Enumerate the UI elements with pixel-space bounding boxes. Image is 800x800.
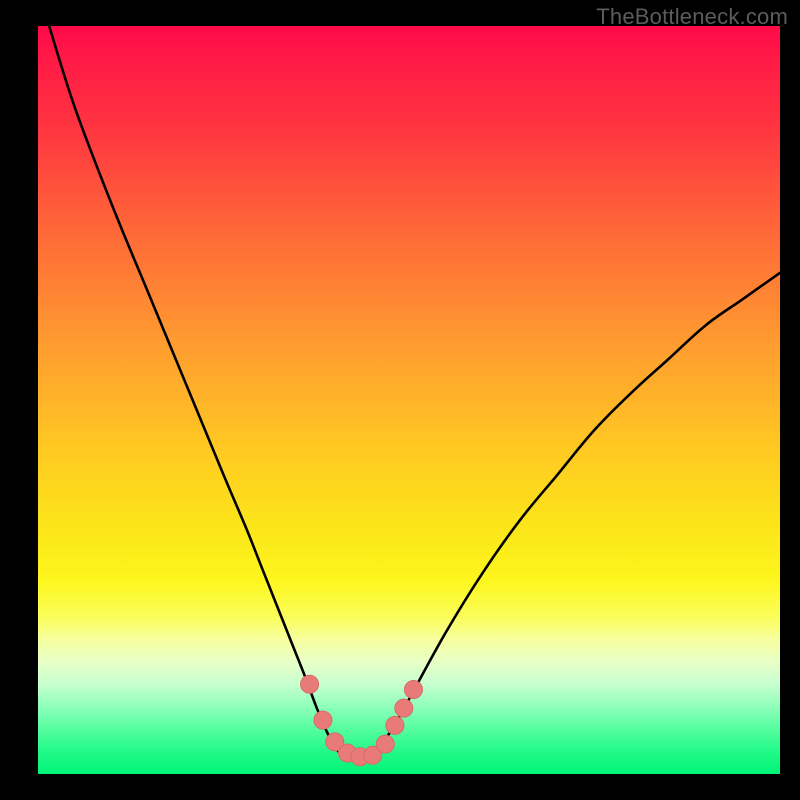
chart-frame: TheBottleneck.com: [0, 0, 800, 800]
valley-marker: [376, 735, 394, 753]
chart-overlay-svg: [38, 26, 780, 774]
bottleneck-curve: [49, 26, 780, 760]
watermark-text: TheBottleneck.com: [596, 4, 788, 30]
valley-marker: [314, 711, 332, 729]
valley-markers: [301, 675, 423, 766]
valley-marker: [395, 699, 413, 717]
valley-marker: [301, 675, 319, 693]
valley-marker: [404, 680, 422, 698]
valley-marker: [386, 716, 404, 734]
curve-path: [49, 26, 780, 760]
